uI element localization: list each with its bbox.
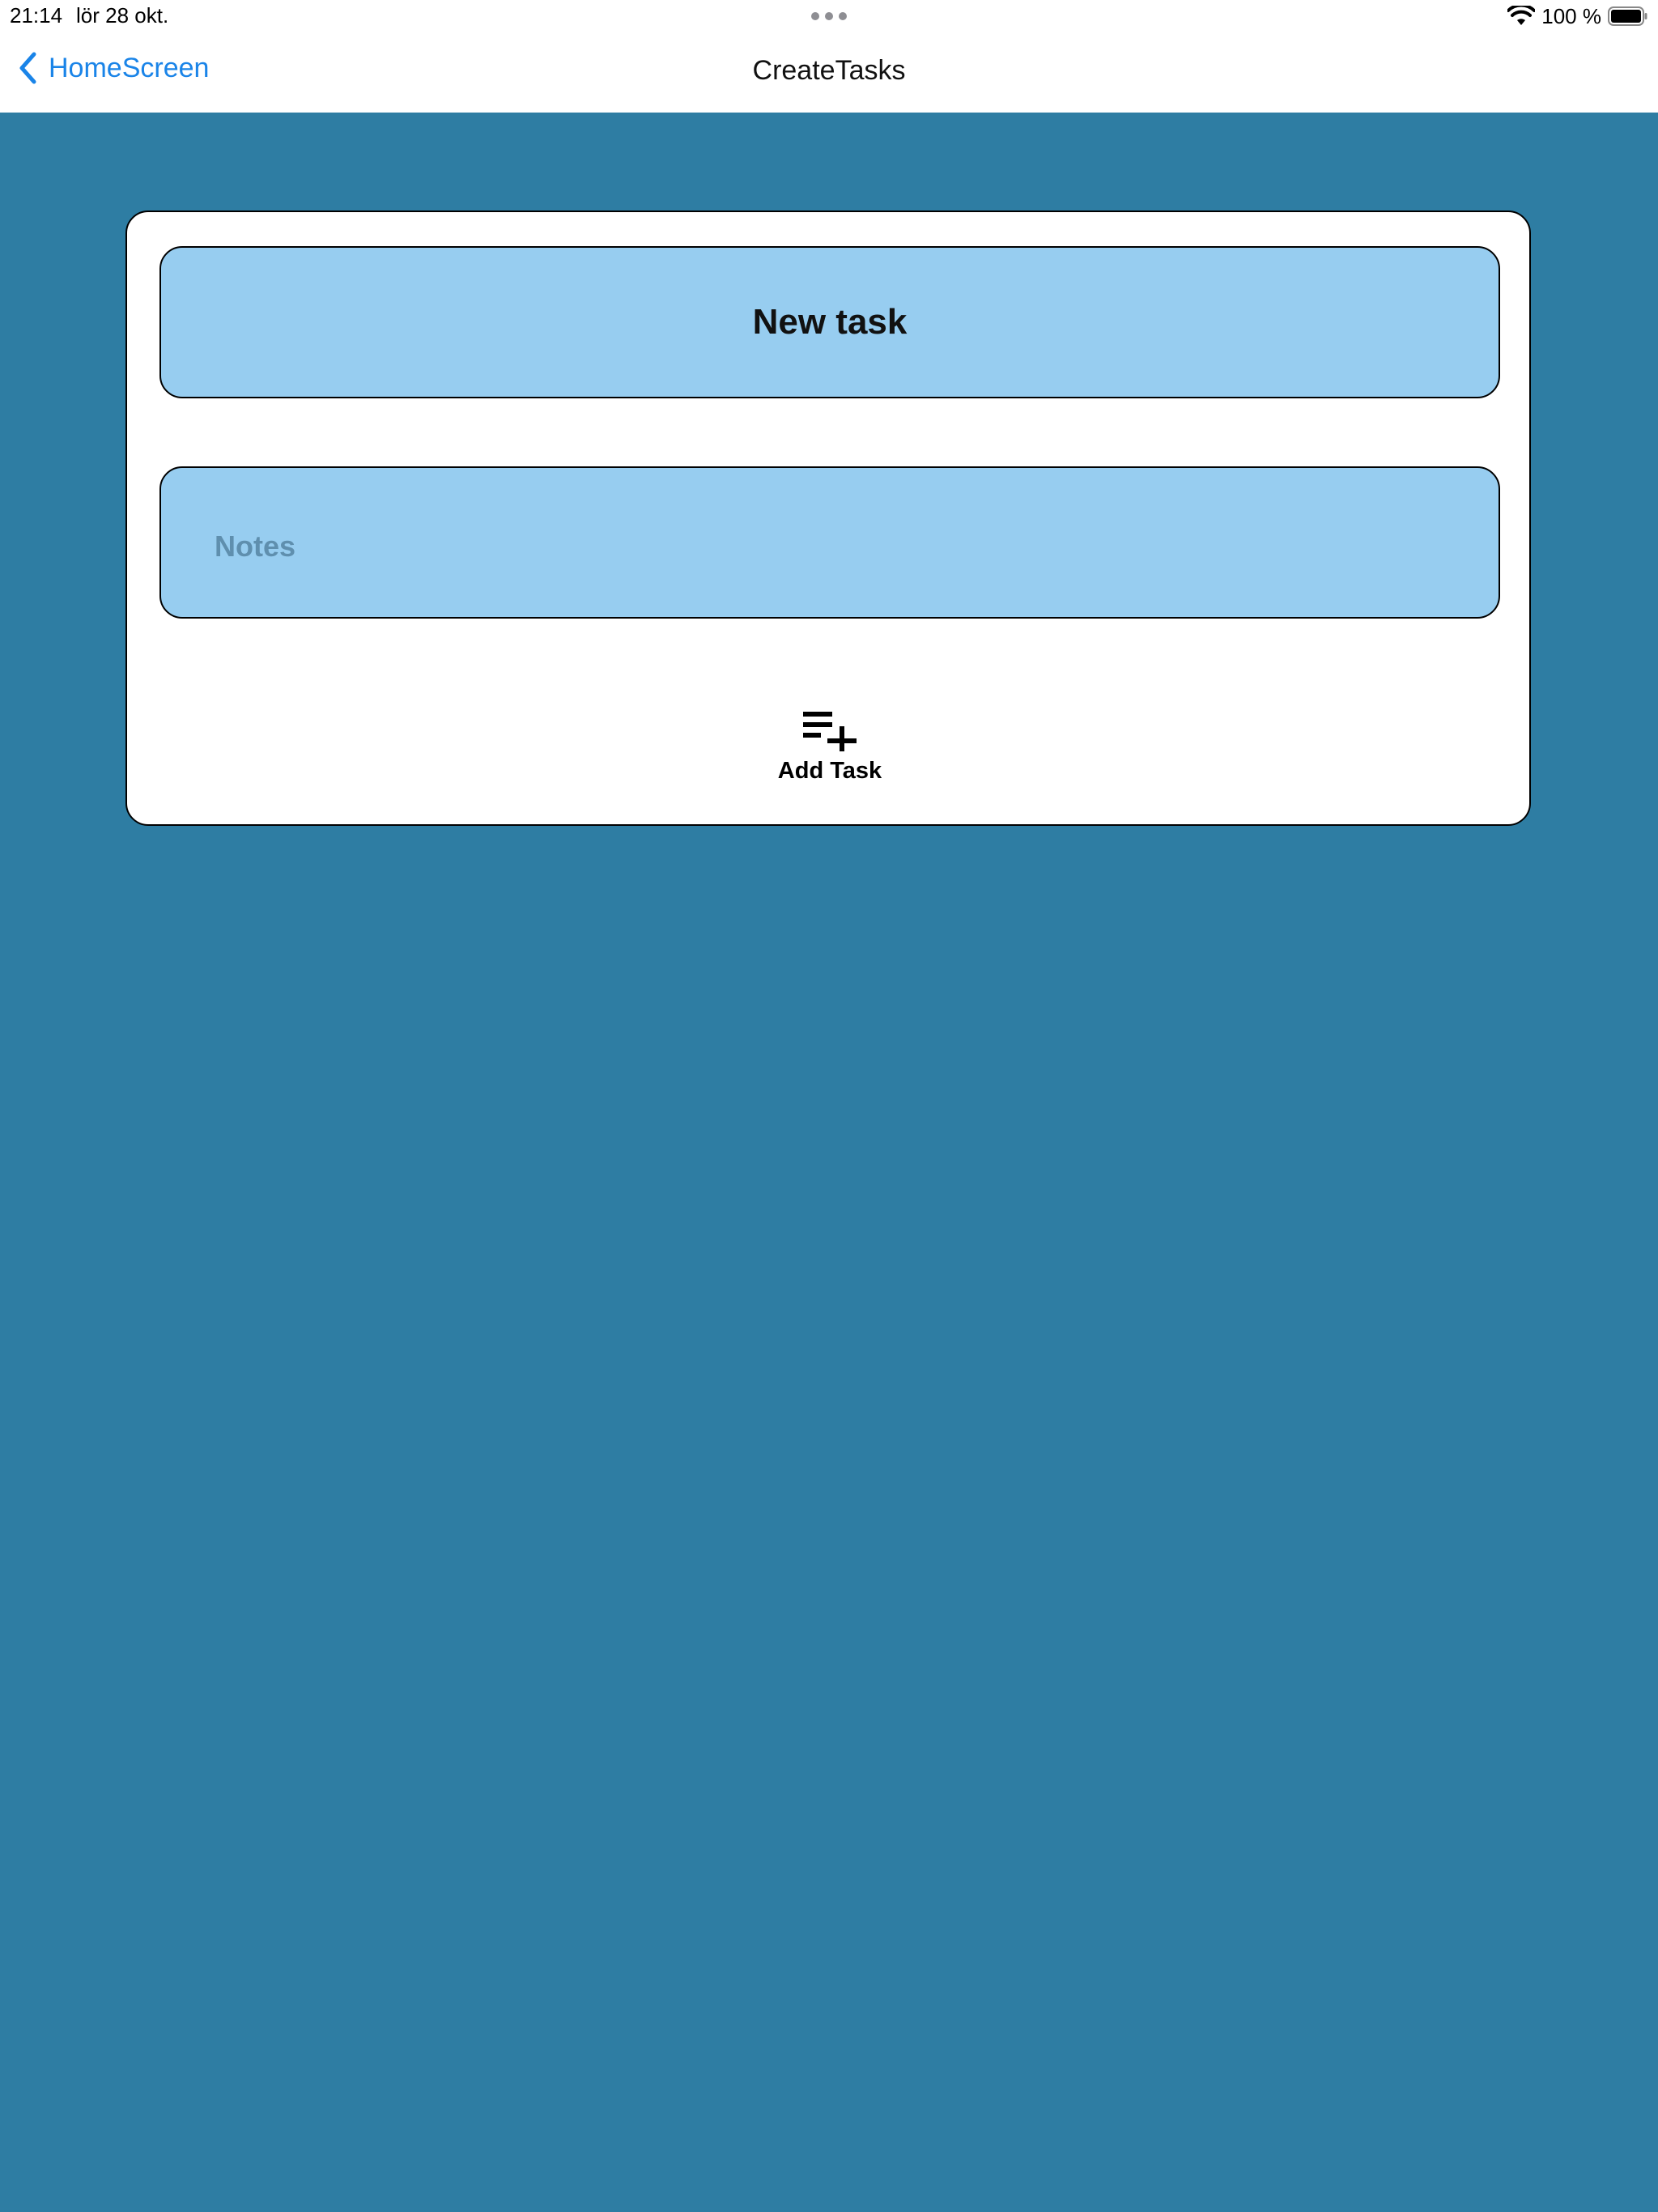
notes-field[interactable]: Notes [159, 466, 1500, 619]
add-task-label: Add Task [777, 758, 882, 784]
playlist-add-icon [803, 712, 857, 751]
battery-percentage: 100 % [1541, 3, 1601, 28]
status-indicators: 100 % [1507, 2, 1648, 31]
status-date: lör 28 okt. [76, 3, 169, 28]
task-title-value: New task [752, 302, 908, 342]
top-bar: 21:14 lör 28 okt. 100 % HomeScreen Creat… [0, 0, 1658, 113]
battery-icon [1608, 6, 1647, 26]
create-task-card: New task Notes Add Task [125, 211, 1531, 826]
add-task-button[interactable]: Add Task [733, 709, 927, 806]
notes-placeholder: Notes [215, 530, 296, 563]
multitask-dots-icon[interactable] [811, 12, 847, 20]
page-title: CreateTasks [752, 55, 906, 86]
status-time: 21:14 [10, 3, 63, 28]
task-title-field[interactable]: New task [159, 246, 1500, 398]
wifi-icon [1507, 6, 1536, 25]
